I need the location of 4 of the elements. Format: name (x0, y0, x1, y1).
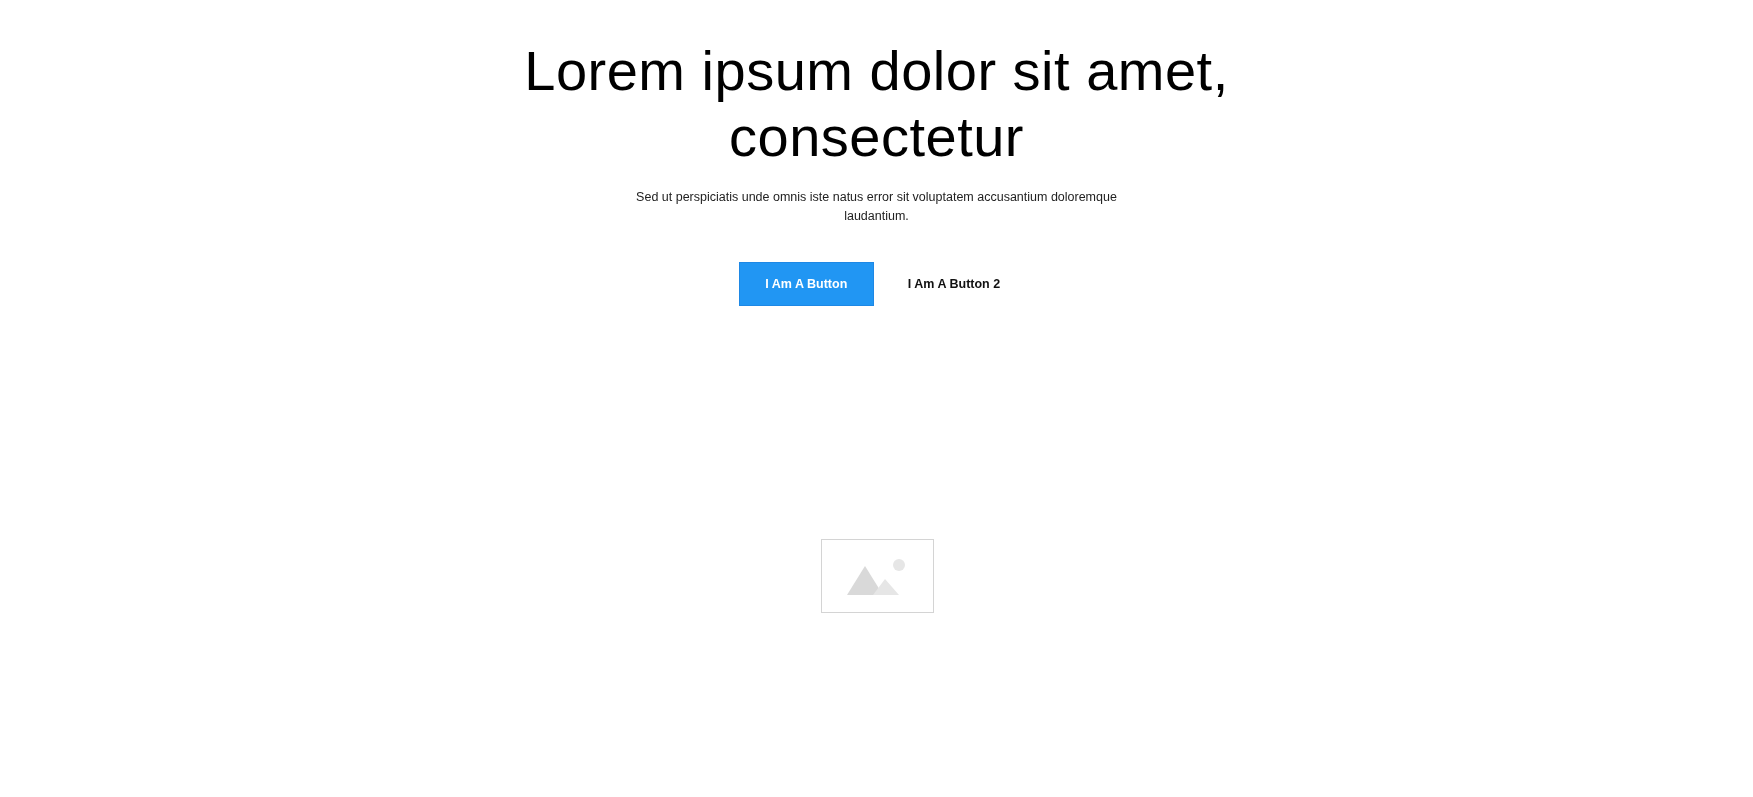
heading: Lorem ipsum dolor sit amet, consectetur (523, 38, 1230, 170)
text-button[interactable]: I Am A Button 2 (885, 262, 1023, 306)
subtitle: Sed ut perspiciatis unde omnis iste natus error sit voluptatem accusantium doloremque laudantium. (635, 189, 1118, 225)
image-placeholder-icon (821, 539, 934, 613)
